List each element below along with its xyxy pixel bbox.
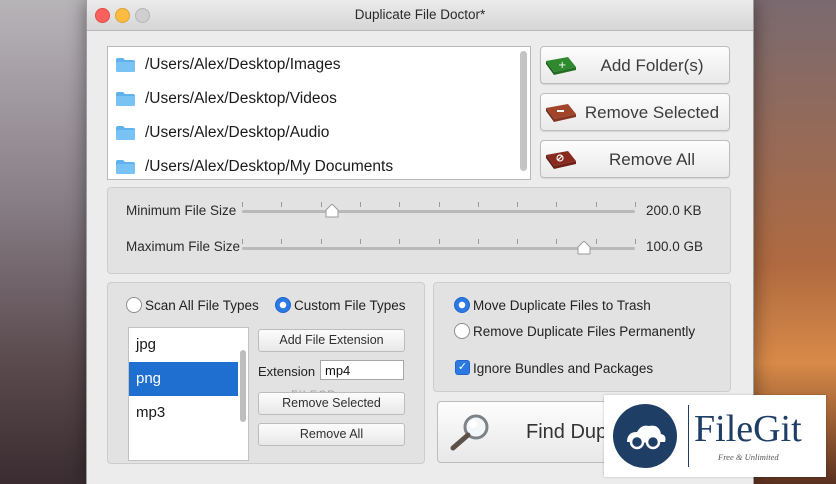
slider-tick xyxy=(399,202,401,207)
svg-text:+: + xyxy=(558,60,566,71)
folder-row[interactable]: /Users/Alex/Desktop/Images xyxy=(108,48,514,82)
slider-tick xyxy=(517,239,519,244)
extension-item-selected[interactable]: png xyxy=(129,362,238,396)
filegit-name: FileGit xyxy=(694,408,802,450)
slider-tick xyxy=(595,239,597,244)
remove-selected-folder-label: Remove Selected xyxy=(584,103,720,122)
slider-tick xyxy=(477,239,479,244)
folder-path: /Users/Alex/Desktop/My Documents xyxy=(145,158,394,175)
slider-tick xyxy=(595,202,597,207)
min-size-label: Minimum File Size xyxy=(126,203,237,218)
slider-tick xyxy=(477,202,479,207)
scan-all-label: Scan All File Types xyxy=(145,298,259,313)
custom-types-radio[interactable] xyxy=(275,297,291,313)
folder-icon xyxy=(116,58,135,72)
filegit-badge: FileGit Free & Unlimited xyxy=(604,395,826,477)
filegit-logo xyxy=(613,404,677,468)
ignore-bundles-checkbox[interactable]: ✓ xyxy=(455,360,470,375)
extension-list-scrollbar[interactable] xyxy=(240,350,246,422)
folder-list-scrollbar[interactable] xyxy=(520,51,527,171)
remove-all-folders-button[interactable]: Remove All xyxy=(540,140,730,178)
slider-tick xyxy=(359,239,361,244)
folder-icon xyxy=(116,92,135,106)
extension-item[interactable]: mp3 xyxy=(129,396,238,430)
remove-all-icon xyxy=(544,149,578,174)
badge-divider xyxy=(688,405,689,467)
slider-tick xyxy=(359,202,361,207)
folder-row[interactable]: /Users/Alex/Desktop/Videos xyxy=(108,82,514,116)
remove-all-extensions-button[interactable]: Remove All xyxy=(258,423,405,446)
folder-path: /Users/Alex/Desktop/Videos xyxy=(145,90,337,107)
folder-icon xyxy=(116,160,135,174)
slider-tick xyxy=(556,239,558,244)
remove-permanently-radio[interactable] xyxy=(454,323,470,339)
move-to-trash-radio[interactable] xyxy=(454,297,470,313)
remove-selected-folder-button[interactable]: Remove Selected xyxy=(540,93,730,131)
desktop-wallpaper-left xyxy=(0,0,88,484)
slider-tick xyxy=(242,239,243,244)
add-extension-button[interactable]: Add File Extension xyxy=(258,329,405,352)
min-size-slider[interactable] xyxy=(242,210,635,213)
extension-input[interactable] xyxy=(320,360,404,380)
min-size-value: 200.0 KB xyxy=(646,203,702,218)
title-bar: Duplicate File Doctor* xyxy=(87,0,753,31)
magnifier-icon xyxy=(450,414,489,451)
slider-tick xyxy=(242,202,243,207)
max-size-label: Maximum File Size xyxy=(126,239,241,254)
slider-tick xyxy=(438,239,440,244)
slider-tick xyxy=(556,202,558,207)
custom-types-label: Custom File Types xyxy=(294,298,406,313)
folder-icon xyxy=(116,126,135,140)
cloud-glasses-icon xyxy=(627,425,666,450)
max-size-slider-thumb[interactable] xyxy=(577,241,591,255)
add-folder-button[interactable]: + Add Folder(s) xyxy=(540,46,730,84)
slider-tick xyxy=(320,202,322,207)
min-size-slider-thumb[interactable] xyxy=(325,204,339,218)
slider-tick xyxy=(438,202,440,207)
remove-folder-icon xyxy=(544,102,578,127)
move-to-trash-label: Move Duplicate Files to Trash xyxy=(473,298,651,313)
extension-list[interactable]: jpg png mp3 xyxy=(128,327,249,461)
extension-item[interactable]: jpg xyxy=(129,328,238,362)
remove-all-folders-label: Remove All xyxy=(609,150,695,169)
slider-tick xyxy=(281,239,283,244)
max-size-value: 100.0 GB xyxy=(646,239,704,254)
slider-tick xyxy=(635,202,636,207)
add-folder-icon: + xyxy=(544,55,578,80)
folder-path: /Users/Alex/Desktop/Images xyxy=(145,56,341,73)
slider-tick xyxy=(399,239,401,244)
slider-tick xyxy=(635,239,636,244)
remove-permanently-label: Remove Duplicate Files Permanently xyxy=(473,324,696,339)
slider-tick xyxy=(281,202,283,207)
window-title: Duplicate File Doctor* xyxy=(354,7,486,22)
folder-path: /Users/Alex/Desktop/Audio xyxy=(145,124,330,141)
filegit-tagline: Free & Unlimited xyxy=(718,452,779,462)
ignore-bundles-label: Ignore Bundles and Packages xyxy=(473,361,654,376)
file-size-panel: Minimum File Size 200.0 KB Maximum File … xyxy=(107,187,731,274)
folder-row[interactable]: /Users/Alex/Desktop/My Documents xyxy=(108,150,514,184)
add-folder-label: Add Folder(s) xyxy=(600,56,704,75)
folder-row[interactable]: /Users/Alex/Desktop/Audio xyxy=(108,116,514,150)
slider-tick xyxy=(320,239,322,244)
folder-list[interactable]: /Users/Alex/Desktop/Images /Users/Alex/D… xyxy=(107,46,531,180)
duplicate-options-panel: Move Duplicate Files to Trash Remove Dup… xyxy=(433,282,731,392)
remove-selected-extension-button[interactable]: Remove Selected xyxy=(258,392,405,415)
slider-tick xyxy=(517,202,519,207)
scan-all-radio[interactable] xyxy=(126,297,142,313)
extension-field-label: Extension xyxy=(258,364,316,379)
file-types-panel: Scan All File Types Custom File Types jp… xyxy=(107,282,425,464)
find-duplicates-label: Find Dup xyxy=(526,421,608,443)
